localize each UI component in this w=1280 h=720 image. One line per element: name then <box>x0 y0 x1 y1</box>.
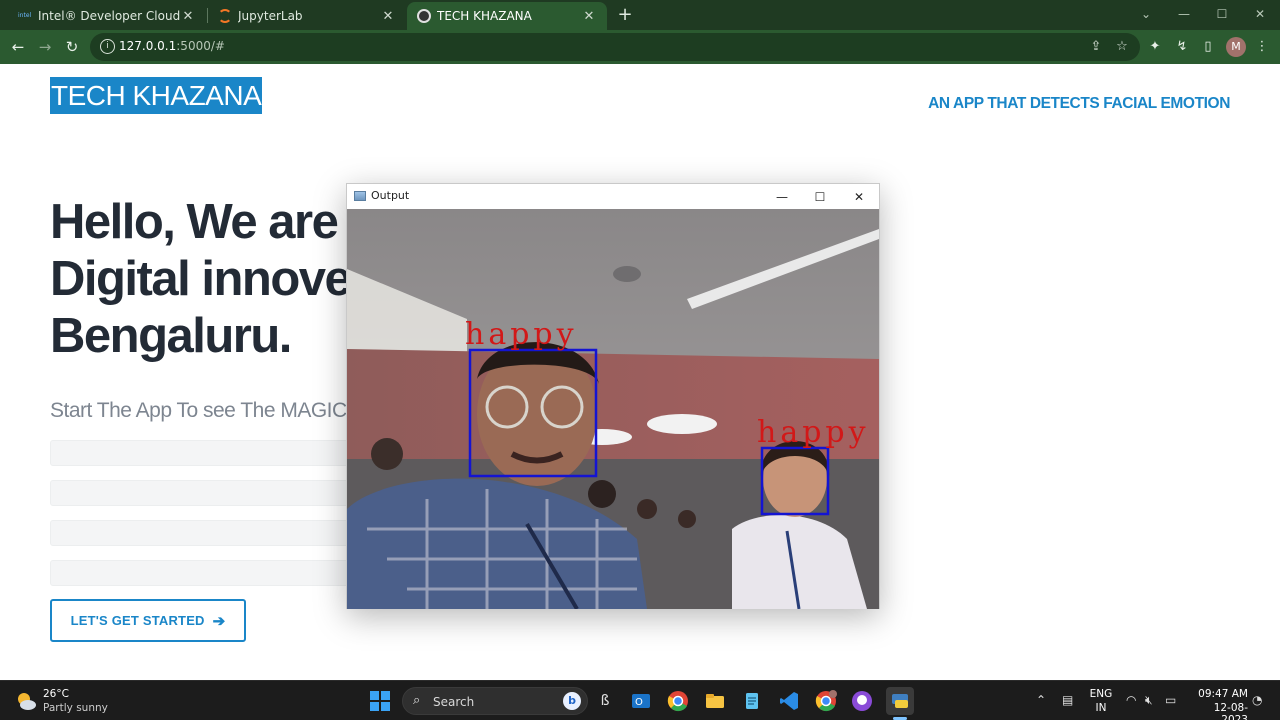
maximize-icon[interactable]: ☐ <box>805 186 835 208</box>
audience-head <box>588 480 616 508</box>
hero-line: Hello, We are <box>50 195 339 249</box>
webcam-feed: happy happy <box>347 209 879 609</box>
get-started-button[interactable]: LET'S GET STARTED ➔ <box>50 599 246 642</box>
address-bar[interactable]: i 127.0.0.1:5000/# ⇪ ☆ <box>90 33 1140 61</box>
tab-intel-developer-cloud[interactable]: intel Intel® Developer Cloud ✕ <box>8 2 206 30</box>
file-explorer-icon[interactable] <box>701 687 729 715</box>
outlook-icon[interactable]: O <box>627 687 655 715</box>
minimize-window-icon[interactable]: — <box>1165 2 1203 28</box>
windows-logo-icon <box>370 691 390 711</box>
new-tab-button[interactable]: + <box>614 4 636 26</box>
tab-title: Intel® Developer Cloud <box>38 9 180 23</box>
form-field[interactable] <box>50 440 390 466</box>
show-hidden-icons-chevron-icon[interactable]: ⌃ <box>1036 693 1046 707</box>
notifications-icon[interactable]: ◔ <box>1252 693 1262 707</box>
url-text[interactable]: 127.0.0.1:5000/# <box>119 39 225 53</box>
output-window[interactable]: Output — ☐ ✕ happy happy <box>346 183 880 609</box>
browser-tab-strip: intel Intel® Developer Cloud ✕ JupyterLa… <box>0 0 1280 30</box>
site-logo[interactable]: TECH KHAZANA <box>50 77 263 114</box>
tab-jupyterlab[interactable]: JupyterLab ✕ <box>208 2 406 30</box>
tray-app-icon[interactable]: ▤ <box>1062 693 1073 707</box>
clock-date[interactable]: 12-08-2023 <box>1188 702 1248 720</box>
hero-heading: Hello, We are Digital innove Bengaluru. <box>50 194 352 365</box>
ceiling-speaker <box>613 266 641 282</box>
maximize-window-icon[interactable]: ☐ <box>1203 2 1241 28</box>
reload-icon[interactable]: ↻ <box>60 35 84 59</box>
output-window-title: Output <box>371 189 410 202</box>
emotion-label: happy <box>757 415 870 450</box>
tab-search-chevron-icon[interactable]: ⌄ <box>1127 2 1165 28</box>
tab-title: JupyterLab <box>238 9 303 23</box>
notepad-icon[interactable] <box>738 687 766 715</box>
start-button[interactable] <box>366 687 394 715</box>
widgets-app-icon[interactable]: ß <box>591 687 619 715</box>
language-region[interactable]: IN <box>1088 702 1114 714</box>
get-started-label: LET'S GET STARTED <box>70 613 205 628</box>
battery-icon[interactable]: ▭ <box>1165 693 1176 707</box>
side-panel-icon[interactable]: ▯ <box>1198 37 1218 57</box>
search-icon: ⌕ <box>413 693 421 708</box>
form-field[interactable] <box>50 520 390 546</box>
language-indicator[interactable]: ENG <box>1088 688 1114 700</box>
site-info-icon[interactable]: i <box>100 39 115 54</box>
volume-muted-icon[interactable]: 🔇︎ <box>1145 693 1153 708</box>
output-window-titlebar[interactable]: Output — ☐ ✕ <box>347 184 879 209</box>
extensions-puzzle-icon[interactable]: ✦ <box>1145 37 1165 57</box>
arrow-right-icon: ➔ <box>212 612 226 630</box>
webcam-frame-image: happy happy <box>347 209 879 609</box>
performance-icon[interactable]: ↯ <box>1172 37 1192 57</box>
audience-head <box>371 438 403 470</box>
audience-head <box>637 499 657 519</box>
share-icon[interactable]: ⇪ <box>1087 38 1105 56</box>
github-desktop-icon[interactable] <box>848 687 876 715</box>
windows-taskbar: 26°C Partly sunny ⌕ Search b ß O ⌃ ▤ ENG… <box>0 680 1280 720</box>
close-tab-icon[interactable]: ✕ <box>180 9 196 24</box>
emotion-label: happy <box>465 317 578 352</box>
clock-time[interactable]: 09:47 AM <box>1188 688 1248 700</box>
close-tab-icon[interactable]: ✕ <box>581 9 597 24</box>
search-placeholder: Search <box>433 695 475 709</box>
profile-avatar[interactable]: M <box>1226 37 1246 57</box>
audience-head <box>678 510 696 528</box>
minimize-icon[interactable]: — <box>767 186 797 208</box>
hero-line: Bengaluru. <box>50 309 292 363</box>
vscode-icon[interactable] <box>775 687 803 715</box>
python-app-icon[interactable] <box>886 687 914 715</box>
browser-toolbar: ← → ↻ i 127.0.0.1:5000/# ⇪ ☆ ✦ ↯ ▯ M ⋮ <box>0 30 1280 64</box>
form-field[interactable] <box>50 480 390 506</box>
site-favicon-icon <box>417 9 431 23</box>
tab-title: TECH KHAZANA <box>437 9 532 23</box>
close-window-icon[interactable]: ✕ <box>1241 2 1279 28</box>
weather-condition[interactable]: Partly sunny <box>43 702 108 714</box>
url-path: :5000/# <box>176 39 225 53</box>
close-tab-icon[interactable]: ✕ <box>380 9 396 24</box>
close-icon[interactable]: ✕ <box>844 186 874 208</box>
tab-tech-khazana[interactable]: TECH KHAZANA ✕ <box>407 2 607 30</box>
site-tagline: AN APP THAT DETECTS FACIAL EMOTION <box>928 95 1230 112</box>
taskbar-search[interactable]: ⌕ Search b <box>402 687 588 715</box>
url-host: 127.0.0.1 <box>119 39 177 53</box>
weather-sun-cloud-icon[interactable] <box>14 689 38 713</box>
form-field[interactable] <box>50 560 390 586</box>
hero-subtitle: Start The App To see The MAGIC <box>50 399 347 422</box>
chrome-icon[interactable] <box>664 687 692 715</box>
hero-line: Digital innove <box>50 252 352 306</box>
chrome-profile-icon[interactable] <box>812 687 840 715</box>
forward-arrow-icon[interactable]: → <box>33 35 57 59</box>
jupyter-favicon-icon <box>218 9 232 23</box>
window-app-icon <box>354 191 366 201</box>
bing-icon[interactable]: b <box>563 692 581 710</box>
weather-temperature[interactable]: 26°C <box>43 688 69 700</box>
menu-kebab-icon[interactable]: ⋮ <box>1252 37 1272 57</box>
intel-favicon-icon: intel <box>18 12 32 19</box>
back-arrow-icon[interactable]: ← <box>6 35 30 59</box>
wifi-icon[interactable]: ◠ <box>1126 693 1136 707</box>
ceiling-lamp <box>647 414 717 434</box>
bookmark-star-icon[interactable]: ☆ <box>1113 38 1131 56</box>
svg-text:O: O <box>635 697 643 708</box>
